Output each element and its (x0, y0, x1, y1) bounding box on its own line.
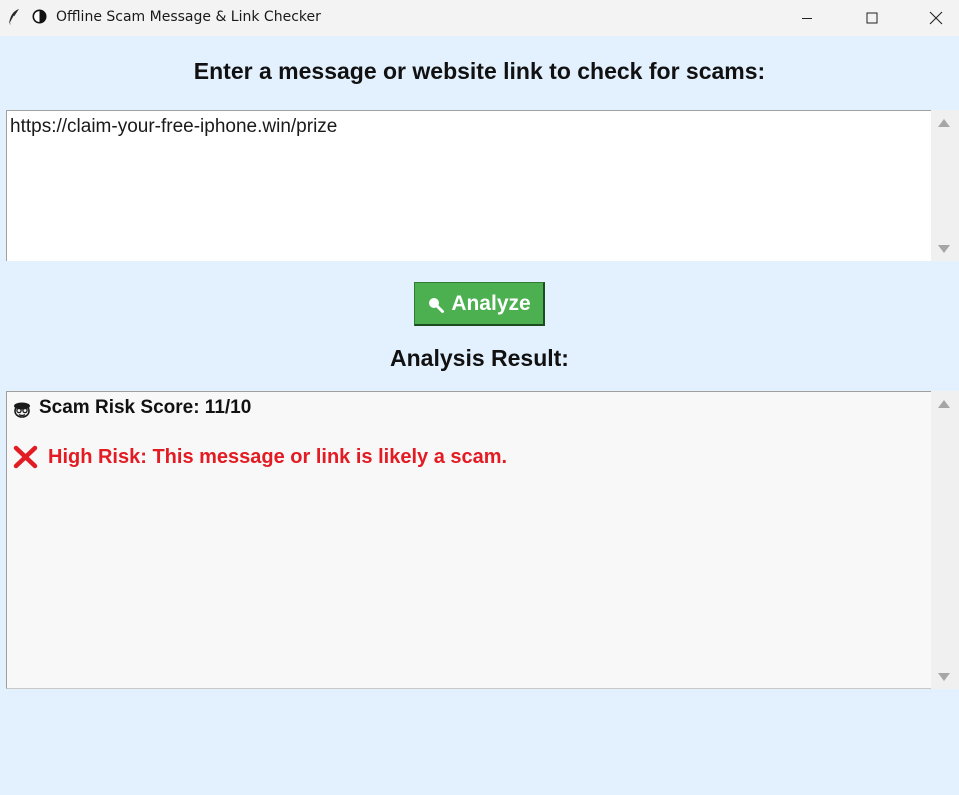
feather-icon (8, 9, 19, 26)
scroll-down-arrow-icon[interactable] (938, 245, 950, 253)
risk-score-text: Scam Risk Score: 11/10 (39, 397, 252, 418)
scroll-down-arrow-icon[interactable] (938, 673, 950, 681)
score-line: Scam Risk Score: 11/10 (12, 397, 251, 419)
prompt-label: Enter a message or website link to check… (193, 58, 766, 84)
risk-line: High Risk: This message or link is likel… (12, 445, 507, 469)
minimize-button[interactable] (784, 0, 830, 36)
result-output[interactable]: Scam Risk Score: 11/10 High Risk: This m… (6, 391, 931, 689)
maximize-button[interactable] (849, 0, 895, 36)
close-button[interactable] (913, 0, 959, 36)
magnifier-icon (429, 298, 445, 313)
message-input[interactable]: https://claim-your-free-iphone.win/prize (6, 110, 931, 261)
contrast-icon (32, 9, 47, 24)
window-titlebar: Offline Scam Message & Link Checker (0, 0, 959, 36)
scroll-up-arrow-icon[interactable] (938, 119, 950, 127)
risk-verdict-text: High Risk: This message or link is likel… (48, 445, 508, 468)
result-heading: Analysis Result: (390, 345, 569, 371)
window-title: Offline Scam Message & Link Checker (56, 9, 321, 25)
result-scrollbar[interactable] (931, 391, 959, 689)
maximize-icon (866, 12, 878, 24)
minimize-icon (802, 18, 812, 19)
detective-icon (14, 402, 30, 418)
close-icon (929, 11, 943, 25)
scroll-up-arrow-icon[interactable] (938, 400, 950, 408)
analyze-button-label: Analyze (451, 291, 531, 315)
analyze-button[interactable]: Analyze (414, 282, 545, 326)
red-x-icon (13, 445, 38, 469)
input-scrollbar[interactable] (931, 110, 959, 261)
